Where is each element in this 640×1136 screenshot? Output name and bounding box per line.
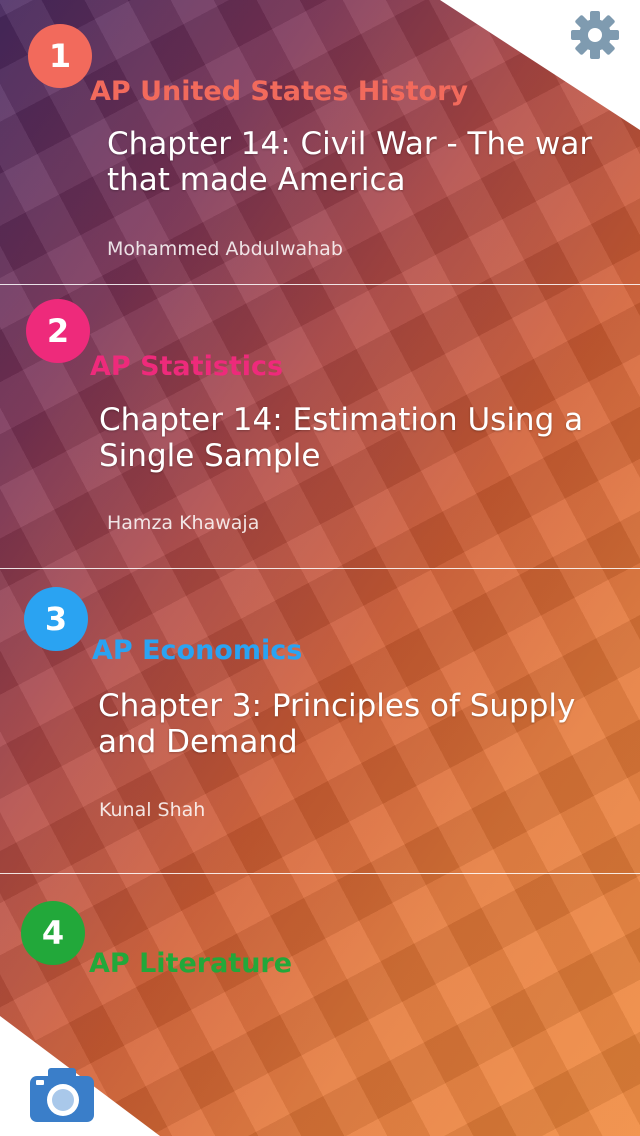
course-number-badge: 1 [28, 24, 92, 88]
course-subject: AP Statistics [90, 351, 284, 382]
course-author: Mohammed Abdulwahab [107, 238, 343, 260]
camera-button[interactable] [28, 1066, 96, 1124]
course-title: Chapter 14: Civil War - The war that mad… [107, 126, 593, 198]
list-item[interactable]: 4 AP Literature [0, 874, 640, 1014]
camera-icon [30, 1068, 94, 1122]
course-number-badge: 4 [21, 901, 85, 965]
course-number-badge: 2 [26, 299, 90, 363]
course-subject: AP Economics [92, 635, 303, 666]
list-item[interactable]: 1 AP United States History Chapter 14: C… [0, 0, 640, 285]
course-title: Chapter 14: Estimation Using a Single Sa… [99, 402, 584, 474]
list-item[interactable]: 3 AP Economics Chapter 3: Principles of … [0, 569, 640, 873]
course-number-badge: 3 [24, 587, 88, 651]
course-author: Hamza Khawaja [107, 512, 260, 534]
course-subject: AP Literature [89, 948, 293, 979]
course-title: Chapter 3: Principles of Supply and Dema… [98, 688, 576, 760]
course-subject: AP United States History [90, 76, 468, 107]
list-item[interactable]: 2 AP Statistics Chapter 14: Estimation U… [0, 285, 640, 568]
course-author: Kunal Shah [99, 799, 206, 821]
